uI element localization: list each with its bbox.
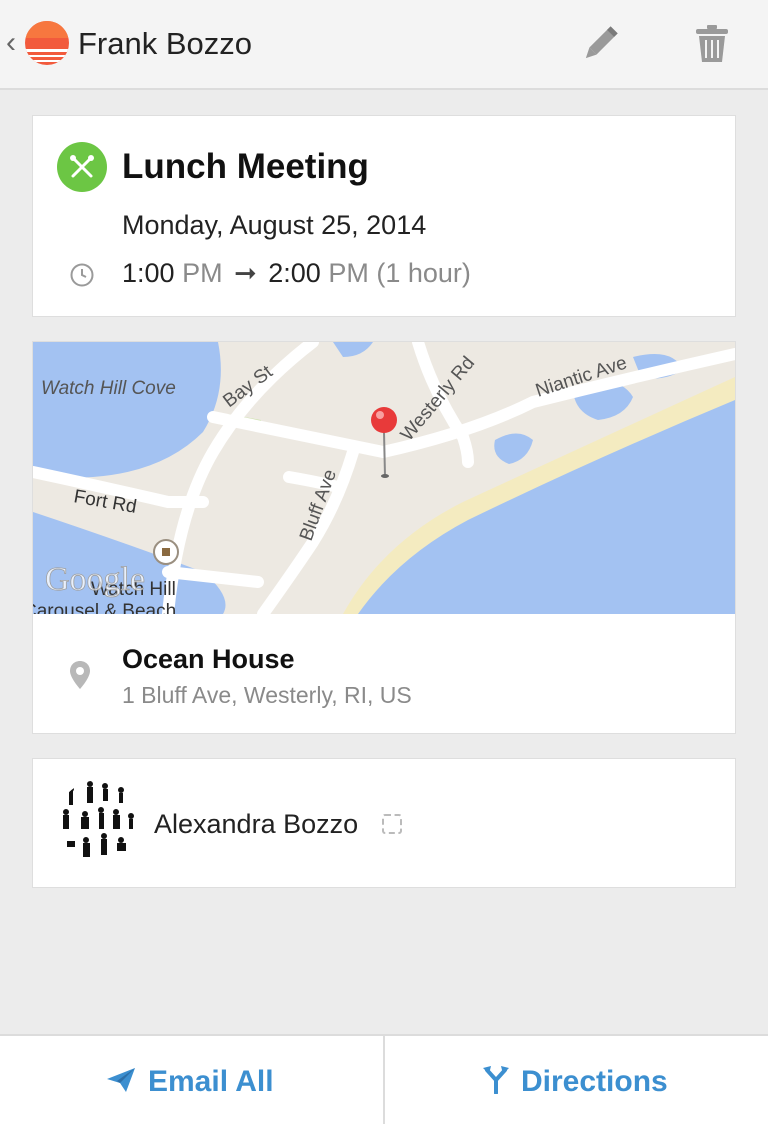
action-bar: Email All Directions <box>0 1034 768 1124</box>
map-watermark: Google <box>45 561 145 598</box>
app-bar: ‹ Frank Bozzo <box>0 0 768 90</box>
email-all-label: Email All <box>148 1065 274 1098</box>
sunrise-logo-icon[interactable] <box>24 20 70 66</box>
location-pin-icon <box>70 661 90 689</box>
event-time: 1:00 PM ➞ 2:00 PM (1 hour) <box>122 256 471 290</box>
page-title: Frank Bozzo <box>78 26 253 61</box>
directions-label: Directions <box>521 1065 668 1098</box>
attendee-name[interactable]: Alexandra Bozzo <box>154 807 358 841</box>
location-card[interactable]: Watch Hill Cove Bay St Westerly Rd Niant… <box>32 341 736 734</box>
duration: (1 hour) <box>376 258 471 288</box>
email-all-content: Email All <box>106 1064 274 1100</box>
email-all-button[interactable]: Email All <box>0 1036 383 1124</box>
fork-knife-icon <box>57 142 107 192</box>
event-title: Lunch Meeting <box>122 147 369 186</box>
avatar[interactable] <box>55 779 143 867</box>
event-date: Monday, August 25, 2014 <box>122 210 427 240</box>
arrow-right-icon: ➞ <box>234 258 257 288</box>
directions-fork-icon <box>483 1066 509 1096</box>
end-period: PM <box>328 258 369 288</box>
clock-icon <box>70 263 94 287</box>
end-time: 2:00 <box>268 258 321 288</box>
location-map[interactable]: Watch Hill Cove Bay St Westerly Rd Niant… <box>33 342 735 614</box>
directions-content: Directions <box>483 1064 668 1100</box>
map-label-carousel: Carousel & Beach <box>33 601 176 614</box>
directions-button[interactable]: Directions <box>385 1036 768 1124</box>
location-name: Ocean House <box>122 644 295 674</box>
event-card: Lunch Meeting Monday, August 25, 2014 1:… <box>32 115 736 317</box>
start-time: 1:00 <box>122 258 175 288</box>
chevron-left-icon[interactable]: ‹ <box>6 28 16 58</box>
location-address: 1 Bluff Ave, Westerly, RI, US <box>122 682 412 708</box>
rsvp-unknown-icon <box>382 814 402 834</box>
map-label-cove: Watch Hill Cove <box>41 378 176 399</box>
trash-icon[interactable] <box>688 20 736 68</box>
send-icon <box>107 1068 135 1093</box>
pencil-icon[interactable] <box>576 20 624 68</box>
start-period: PM <box>182 258 223 288</box>
attendees-card: Alexandra Bozzo <box>32 758 736 888</box>
